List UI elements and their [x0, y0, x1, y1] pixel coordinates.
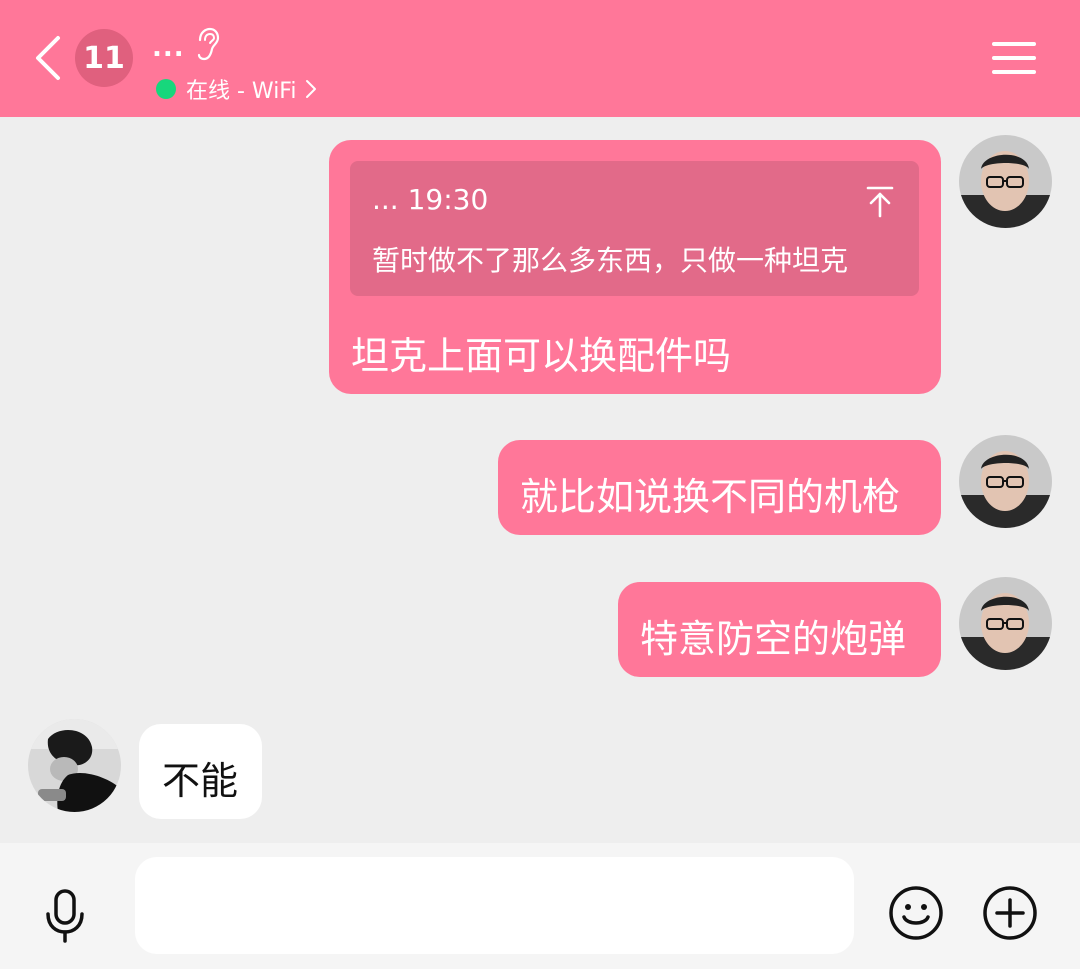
- chevron-right-icon: [306, 80, 317, 98]
- online-status[interactable]: 在线 - WiFi: [156, 74, 318, 104]
- message-input[interactable]: [135, 857, 854, 954]
- unread-count-badge[interactable]: 11: [75, 29, 133, 87]
- message-text: 特意防空的炮弹: [640, 617, 907, 661]
- status-text: 在线 - WiFi: [186, 79, 297, 104]
- contact-name[interactable]: ...: [152, 33, 185, 63]
- avatar-photo-icon: [959, 577, 1052, 670]
- back-icon[interactable]: [30, 34, 66, 82]
- message-text: 就比如说换不同的机枪: [520, 475, 901, 519]
- online-dot-icon: [156, 79, 176, 99]
- avatar-photo-icon: [959, 435, 1052, 528]
- my-avatar[interactable]: [959, 435, 1052, 528]
- jump-to-original-icon[interactable]: [865, 185, 895, 219]
- plus-icon[interactable]: [982, 885, 1038, 941]
- contact-avatar[interactable]: [28, 719, 121, 812]
- mic-icon[interactable]: [42, 888, 88, 944]
- emoji-icon[interactable]: [888, 885, 944, 941]
- avatar-photo-icon: [28, 719, 121, 812]
- chat-header: 11 ... 在线 - WiFi: [0, 0, 1080, 117]
- my-avatar[interactable]: [959, 135, 1052, 228]
- quoted-message-header: ... 19:30: [372, 183, 489, 216]
- message-text: 坦克上面可以换配件吗: [351, 334, 732, 378]
- message-text: 不能: [162, 759, 239, 803]
- my-avatar[interactable]: [959, 577, 1052, 670]
- quoted-message-text: 暂时做不了那么多东西，只做一种坦克: [372, 244, 849, 277]
- avatar-photo-icon: [959, 135, 1052, 228]
- quoted-message[interactable]: ... 19:30 暂时做不了那么多东西，只做一种坦克: [350, 161, 919, 296]
- menu-icon[interactable]: [992, 40, 1036, 76]
- ear-icon[interactable]: [192, 26, 220, 64]
